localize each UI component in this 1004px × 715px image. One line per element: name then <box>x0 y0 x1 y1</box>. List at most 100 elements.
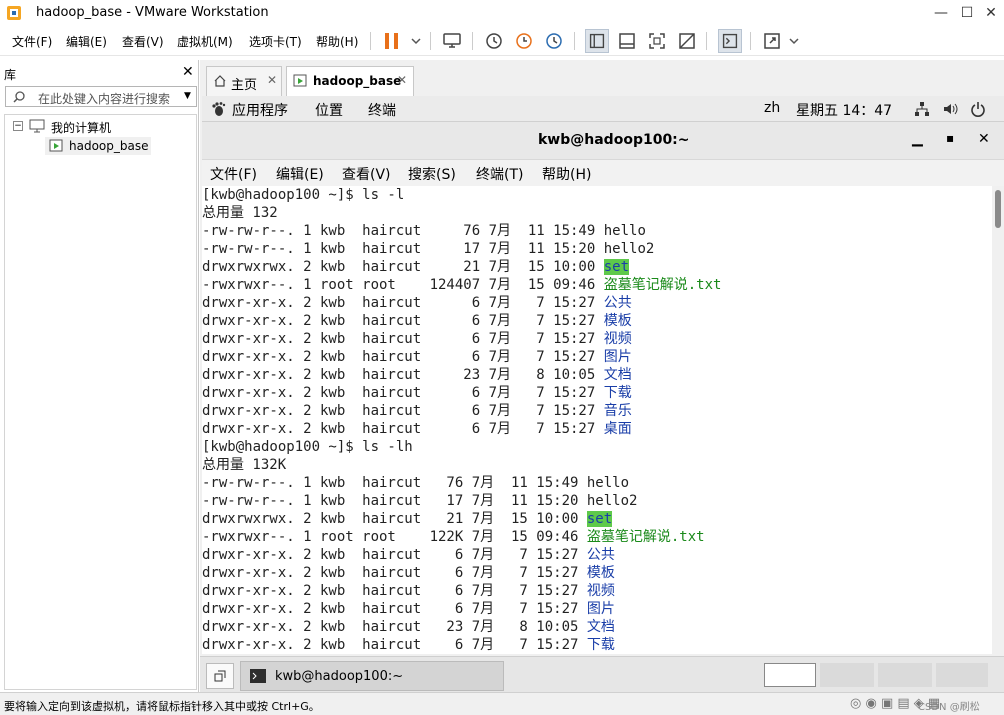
toolbar-separator <box>370 32 371 50</box>
terminal-close-icon[interactable]: ✕ <box>978 131 990 147</box>
workspace-4[interactable] <box>936 663 988 687</box>
terminal-line-text: drwxr-xr-x. 2 kwb haircut 6 7月 7 15:27 <box>202 637 587 653</box>
send-ctrl-alt-del-icon[interactable] <box>440 29 464 53</box>
tab-hadoop-base[interactable]: hadoop_base ✕ <box>286 66 414 96</box>
revert-snapshot-icon[interactable] <box>512 29 536 53</box>
terminal-menu-file[interactable]: 文件(F) <box>210 164 257 184</box>
workspace-3[interactable] <box>878 663 932 687</box>
search-dropdown-icon[interactable]: ▼ <box>184 91 191 101</box>
terminal-line: drwxr-xr-x. 2 kwb haircut 23 7月 8 10:05 … <box>202 366 992 384</box>
terminal-line-text: 总用量 132K <box>202 457 287 473</box>
terminal-menu-help[interactable]: 帮助(H) <box>542 164 591 184</box>
terminal-line: -rw-rw-r--. 1 kwb haircut 17 7月 11 15:20… <box>202 492 992 510</box>
workspace-1[interactable] <box>764 663 816 687</box>
terminal-menu-edit[interactable]: 编辑(E) <box>276 164 324 184</box>
terminal-line: -rwxrwxr--. 1 root root 124407 7月 15 09:… <box>202 276 992 294</box>
taskbar-item-label: kwb@hadoop100:~ <box>275 669 404 684</box>
toolbar-separator <box>430 32 431 50</box>
file-name: hello2 <box>586 493 638 509</box>
tree-item-my-computer[interactable]: 我的计算机 <box>51 119 111 136</box>
gnome-clock[interactable]: 星期五 14：47 <box>796 100 892 120</box>
volume-icon[interactable] <box>942 101 958 117</box>
snapshot-manager-icon[interactable] <box>542 29 566 53</box>
file-name: hello2 <box>603 241 655 257</box>
chevron-down-icon[interactable] <box>782 29 806 53</box>
stretch-guest-icon[interactable] <box>760 29 784 53</box>
terminal-menubar: 文件(F) 编辑(E) 查看(V) 搜索(S) 终端(T) 帮助(H) <box>202 160 1004 186</box>
collapse-toggle-icon[interactable]: − <box>13 121 23 131</box>
menu-tabs[interactable]: 选项卡(T) <box>249 33 302 50</box>
workspace-2[interactable] <box>820 663 874 687</box>
terminal-scrollbar[interactable] <box>992 186 1004 654</box>
unity-mode-icon[interactable] <box>675 29 699 53</box>
taskbar-item-terminal[interactable]: kwb@hadoop100:~ <box>240 661 504 691</box>
terminal-output[interactable]: [kwb@hadoop100 ~]$ ls -l 总用量 132 -rw-rw-r-… <box>202 186 992 654</box>
tree-item-hadoop-base[interactable]: hadoop_base <box>45 137 151 155</box>
status-text: 要将输入定向到该虚拟机，请将鼠标指针移入其中或按 Ctrl+G。 <box>4 700 320 713</box>
terminal-title: kwb@hadoop100:~ <box>538 132 690 148</box>
show-desktop-icon[interactable] <box>206 663 234 689</box>
console-view-icon[interactable] <box>718 29 742 53</box>
tab-close-icon[interactable]: ✕ <box>397 73 407 87</box>
close-button[interactable]: ✕ <box>976 0 1004 26</box>
close-library-icon[interactable]: ✕ <box>182 64 194 80</box>
computer-icon <box>29 119 45 133</box>
terminal-line: 总用量 132K <box>202 456 992 474</box>
file-name: 图片 <box>603 349 632 365</box>
show-library-icon[interactable] <box>585 29 609 53</box>
terminal-line-text: drwxrwxrwx. 2 kwb haircut 21 7月 15 10:00 <box>202 511 587 527</box>
input-language[interactable]: zh <box>764 100 780 116</box>
terminal-line: drwxr-xr-x. 2 kwb haircut 6 7月 7 15:27 模… <box>202 312 992 330</box>
power-icon[interactable] <box>970 101 986 117</box>
vm-icon <box>293 74 307 87</box>
file-name: set <box>586 511 613 527</box>
library-search[interactable]: 在此处键入内容进行搜索 ▼ <box>5 86 197 107</box>
menu-vm[interactable]: 虚拟机(M) <box>177 33 233 50</box>
vm-area: 主页 ✕ hadoop_base ✕ 应用程序 位置 终端 zh 星期五 14：… <box>200 60 1004 692</box>
terminal-line-text: drwxr-xr-x. 2 kwb haircut 6 7月 7 15:27 <box>202 547 587 563</box>
gnome-terminal-menu[interactable]: 终端 <box>368 100 396 120</box>
terminal-line-text: drwxr-xr-x. 2 kwb haircut 6 7月 7 15:27 <box>202 601 587 617</box>
snapshot-icon[interactable] <box>482 29 506 53</box>
terminal-minimize-icon[interactable]: ▁ <box>912 131 923 147</box>
terminal-line-text: -rw-rw-r--. 1 kwb haircut 76 7月 11 15:49 <box>202 475 587 491</box>
library-header: 库 <box>4 68 17 82</box>
terminal-line: 总用量 132 <box>202 204 992 222</box>
search-input[interactable]: 在此处键入内容进行搜索 <box>38 90 170 107</box>
terminal-line-text: drwxr-xr-x. 2 kwb haircut 6 7月 7 15:27 <box>202 403 604 419</box>
file-name: 下载 <box>603 385 632 401</box>
file-name: 音乐 <box>603 403 632 419</box>
terminal-menu-search[interactable]: 搜索(S) <box>408 164 456 184</box>
tab-home[interactable]: 主页 ✕ <box>206 66 282 96</box>
search-icon <box>13 91 25 103</box>
terminal-line-text: -rw-rw-r--. 1 kwb haircut 76 7月 11 15:49 <box>202 223 604 239</box>
terminal-line: [kwb@hadoop100 ~]$ ls -lh <box>202 438 992 456</box>
network-icon[interactable] <box>914 101 930 117</box>
terminal-menu-view[interactable]: 查看(V) <box>342 164 391 184</box>
gnome-apps-menu[interactable]: 应用程序 <box>232 100 288 120</box>
terminal-line: -rw-rw-r--. 1 kwb haircut 17 7月 11 15:20… <box>202 240 992 258</box>
terminal-line-text: drwxrwxrwx. 2 kwb haircut 21 7月 15 10:00 <box>202 259 604 275</box>
terminal-line: drwxrwxrwx. 2 kwb haircut 21 7月 15 10:00… <box>202 510 992 528</box>
tab-vm-label: hadoop_base <box>313 74 402 88</box>
scrollbar-thumb[interactable] <box>995 190 1001 228</box>
menu-view[interactable]: 查看(V) <box>122 33 164 50</box>
menu-edit[interactable]: 编辑(E) <box>66 33 107 50</box>
thumbnail-bar-icon[interactable] <box>615 29 639 53</box>
terminal-line: drwxr-xr-x. 2 kwb haircut 6 7月 7 15:27 桌… <box>202 420 992 438</box>
menu-file[interactable]: 文件(F) <box>12 33 52 50</box>
tab-home-label: 主页 <box>231 78 258 93</box>
terminal-line-text: drwxr-xr-x. 2 kwb haircut 6 7月 7 15:27 <box>202 349 604 365</box>
vmware-app-icon <box>7 6 21 20</box>
pause-icon[interactable] <box>380 29 404 53</box>
vm-console[interactable]: 应用程序 位置 终端 zh 星期五 14：47 kwb@hadoop100:~ … <box>202 96 1004 654</box>
terminal-line-text: -rwxrwxr--. 1 root root 122K 7月 15 09:46 <box>202 529 587 545</box>
full-screen-icon[interactable] <box>645 29 669 53</box>
tab-close-icon[interactable]: ✕ <box>267 73 277 87</box>
gnome-places-menu[interactable]: 位置 <box>315 100 343 120</box>
terminal-menu-terminal[interactable]: 终端(T) <box>476 164 523 184</box>
terminal-maximize-icon[interactable]: ▪ <box>946 131 954 145</box>
menu-help[interactable]: 帮助(H) <box>316 33 358 50</box>
terminal-app-icon <box>250 669 266 683</box>
chevron-down-icon[interactable] <box>404 29 428 53</box>
